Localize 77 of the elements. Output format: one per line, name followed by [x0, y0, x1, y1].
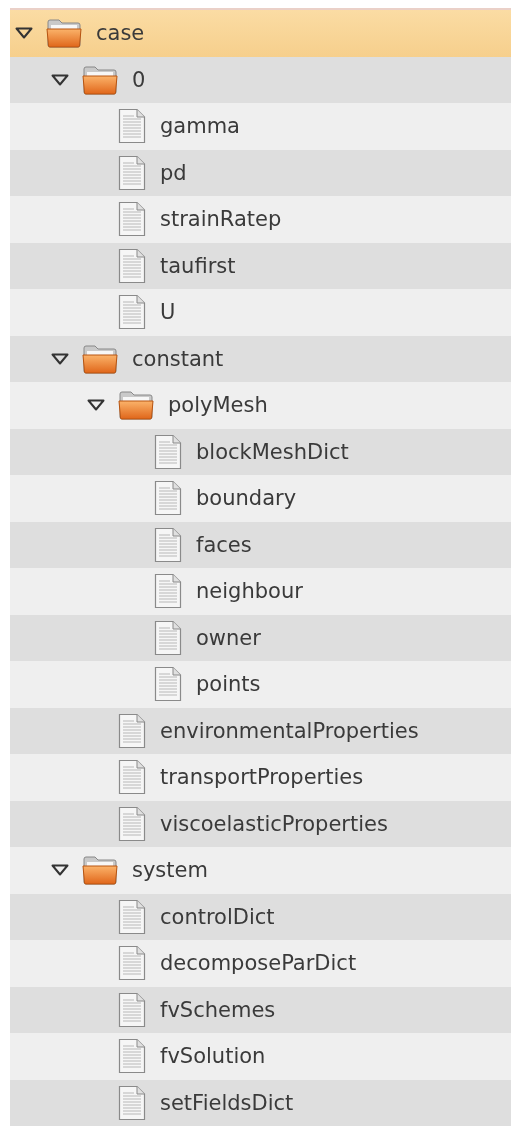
tree-row[interactable]: polyMesh: [10, 382, 511, 429]
tree-row[interactable]: taufirst: [10, 242, 511, 289]
tree-row[interactable]: decomposeParDict: [10, 940, 511, 987]
expanded-triangle-icon[interactable]: [51, 352, 69, 365]
tree-row[interactable]: strainRatep: [10, 196, 511, 243]
document-icon: [118, 759, 146, 796]
file-name: setFieldsDict: [160, 1090, 294, 1115]
file-name: faces: [196, 532, 252, 557]
tree-row[interactable]: constant: [10, 335, 511, 382]
document-icon: [118, 247, 146, 284]
tree-row[interactable]: system: [10, 847, 511, 894]
tree-row[interactable]: neighbour: [10, 568, 511, 615]
file-name: fvSolution: [160, 1044, 266, 1069]
tree-row[interactable]: U: [10, 289, 511, 336]
tree-row[interactable]: fvSchemes: [10, 986, 511, 1033]
document-icon: [118, 1038, 146, 1075]
tree-row[interactable]: owner: [10, 614, 511, 661]
document-icon: [118, 991, 146, 1028]
file-name: strainRatep: [160, 207, 282, 232]
file-name: owner: [196, 625, 261, 650]
folder-icon: [82, 343, 118, 374]
expanded-triangle-icon[interactable]: [87, 399, 105, 412]
folder-icon: [118, 390, 154, 421]
tree-row[interactable]: faces: [10, 521, 511, 568]
document-icon: [154, 526, 182, 563]
folder-icon: [82, 855, 118, 886]
document-icon: [118, 712, 146, 749]
document-icon: [118, 294, 146, 331]
document-icon: [154, 619, 182, 656]
tree-row[interactable]: blockMeshDict: [10, 428, 511, 475]
document-icon: [118, 154, 146, 191]
document-icon: [154, 666, 182, 703]
folder-name: polyMesh: [168, 393, 268, 418]
file-name: environmentalProperties: [160, 718, 419, 743]
folder-icon: [46, 18, 82, 49]
file-name: controlDict: [160, 904, 275, 929]
expanded-triangle-icon[interactable]: [51, 73, 69, 86]
document-icon: [118, 805, 146, 842]
document-icon: [118, 201, 146, 238]
file-name: blockMeshDict: [196, 439, 349, 464]
tree-row[interactable]: environmentalProperties: [10, 707, 511, 754]
document-icon: [154, 433, 182, 470]
expanded-triangle-icon[interactable]: [15, 27, 33, 40]
tree-row[interactable]: boundary: [10, 475, 511, 522]
file-name: fvSchemes: [160, 997, 276, 1022]
tree-row[interactable]: controlDict: [10, 893, 511, 940]
folder-name: 0: [132, 67, 146, 92]
tree-row[interactable]: transportProperties: [10, 754, 511, 801]
file-name: boundary: [196, 486, 297, 511]
file-name: neighbour: [196, 579, 303, 604]
file-name: taufirst: [160, 253, 236, 278]
tree-row[interactable]: case: [10, 10, 511, 57]
document-icon: [118, 108, 146, 145]
tree-row[interactable]: pd: [10, 149, 511, 196]
document-icon: [154, 573, 182, 610]
document-icon: [154, 480, 182, 517]
document-icon: [118, 1084, 146, 1121]
file-name: transportProperties: [160, 765, 364, 790]
file-name: gamma: [160, 114, 240, 139]
tree-row[interactable]: gamma: [10, 103, 511, 150]
tree-row[interactable]: 0: [10, 56, 511, 103]
document-icon: [118, 898, 146, 935]
file-name: decomposeParDict: [160, 951, 357, 976]
folder-icon: [82, 64, 118, 95]
tree-row[interactable]: fvSolution: [10, 1033, 511, 1080]
folder-name: system: [132, 858, 208, 883]
tree-row[interactable]: viscoelasticProperties: [10, 800, 511, 847]
expanded-triangle-icon[interactable]: [51, 864, 69, 877]
document-icon: [118, 945, 146, 982]
tree-row[interactable]: setFieldsDict: [10, 1079, 511, 1126]
tree-row[interactable]: points: [10, 661, 511, 708]
folder-name: constant: [132, 346, 224, 371]
file-name: U: [160, 300, 176, 325]
folder-name: case: [96, 21, 145, 46]
file-name: pd: [160, 160, 187, 185]
file-name: points: [196, 672, 261, 697]
file-name: viscoelasticProperties: [160, 811, 388, 836]
